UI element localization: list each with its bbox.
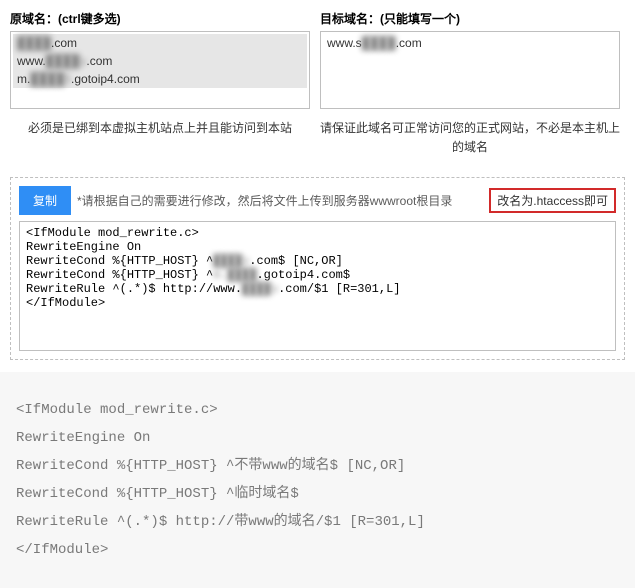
rewrite-code-textarea[interactable]: <IfModule mod_rewrite.c> RewriteEngine O… bbox=[19, 221, 616, 351]
source-domain-hint: 必须是已绑到本虚拟主机站点上并且能访问到本站 bbox=[10, 119, 310, 138]
list-item[interactable]: www.████u.com bbox=[13, 52, 307, 70]
target-domain-input[interactable]: www.s████.com bbox=[320, 31, 620, 109]
code-line: RewriteEngine On bbox=[16, 424, 619, 452]
code-line: RewriteCond %{HTTP_HOST} ^临时域名$ bbox=[16, 480, 619, 508]
code-line: RewriteRule ^(.*)$ http://带www的域名/$1 [R=… bbox=[16, 508, 619, 536]
target-domain-label: 目标域名：(只能填写一个) bbox=[320, 10, 620, 27]
panel-note: *请根据自己的需要进行修改，然后将文件上传到服务器wwwroot根目录 bbox=[77, 192, 452, 209]
copy-button[interactable]: 复制 bbox=[19, 186, 71, 215]
source-domain-label: 原域名：(ctrl键多选) bbox=[10, 10, 310, 27]
code-line: <IfModule mod_rewrite.c> bbox=[16, 396, 619, 424]
code-line: </IfModule> bbox=[16, 536, 619, 564]
rewrite-panel: 复制 *请根据自己的需要进行修改，然后将文件上传到服务器wwwroot根目录 改… bbox=[10, 177, 625, 360]
rename-badge: 改名为.htaccess即可 bbox=[489, 188, 616, 213]
explanation-code-block: <IfModule mod_rewrite.c> RewriteEngine O… bbox=[0, 372, 635, 588]
code-line: RewriteCond %{HTTP_HOST} ^不带www的域名$ [NC,… bbox=[16, 452, 619, 480]
list-item[interactable]: ████.com bbox=[13, 34, 307, 52]
target-domain-hint: 请保证此域名可正常访问您的正式网站，不必是本主机上的域名 bbox=[320, 119, 620, 157]
list-item[interactable]: m.████5.gotoip4.com bbox=[13, 70, 307, 88]
source-domain-listbox[interactable]: ████.com www.████u.com m.████5.gotoip4.c… bbox=[10, 31, 310, 109]
